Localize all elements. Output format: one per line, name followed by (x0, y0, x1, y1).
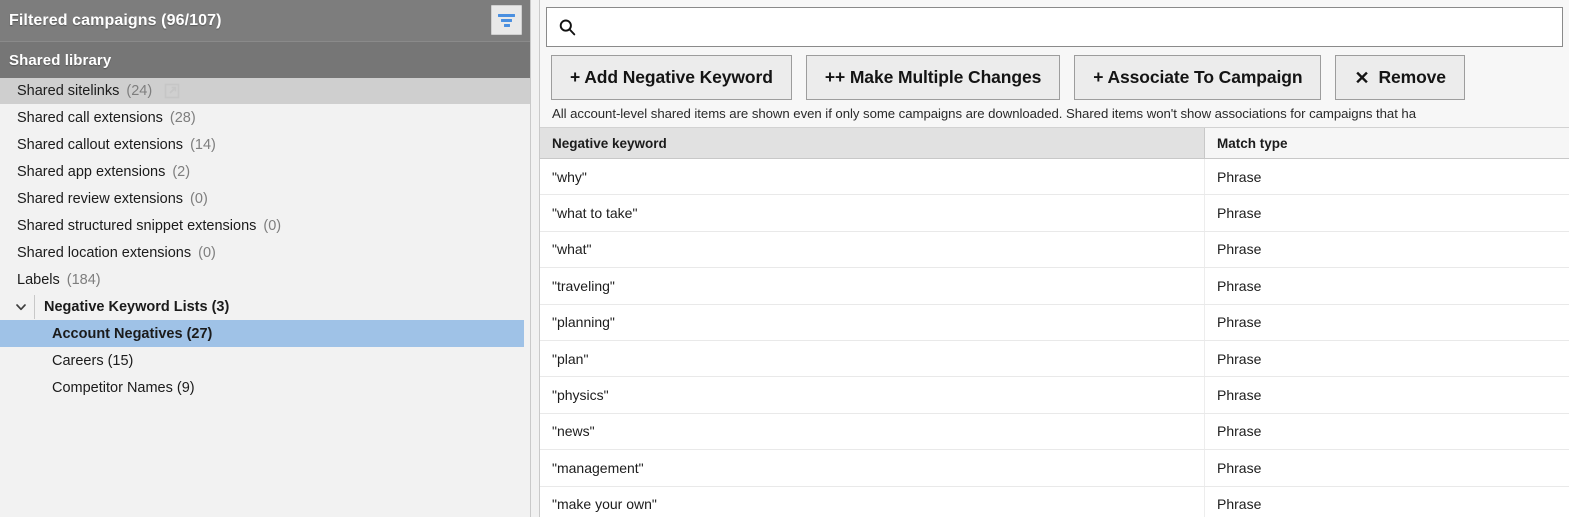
close-icon: ✕ (1354, 67, 1370, 88)
shared-items-notice: All account-level shared items are shown… (552, 106, 1417, 121)
cell-match-type: Phrase (1217, 459, 1262, 476)
cell-negative-keyword: "planning" (540, 304, 1205, 340)
remove-button[interactable]: ✕ Remove (1335, 55, 1465, 100)
sidebar-item-shared-call-extensions[interactable]: Shared call extensions (28) (0, 104, 530, 131)
shared-library-header[interactable]: Shared library (0, 41, 530, 78)
cell-negative-keyword: "what" (540, 231, 1205, 268)
sidebar-item-count: (14) (190, 136, 216, 153)
table-row[interactable]: "planning" Phrase (540, 304, 1569, 341)
sidebar-child-label: Competitor Names (9) (52, 379, 195, 396)
sidebar-item-shared-sitelinks[interactable]: Shared sitelinks (24) (0, 78, 530, 104)
table-row[interactable]: "physics" Phrase (540, 377, 1569, 414)
cell-negative-keyword: "news" (540, 413, 1205, 450)
cell-negative-keyword: "plan" (540, 340, 1205, 377)
sidebar-item-labels[interactable]: Labels (184) (0, 266, 530, 293)
sidebar-item-shared-location-extensions[interactable]: Shared location extensions (0) (0, 239, 530, 266)
table-row[interactable]: "plan" Phrase (540, 340, 1569, 378)
main-panel: + Add Negative Keyword ++ Make Multiple … (540, 0, 1569, 517)
sidebar-item-count: (28) (169, 109, 196, 126)
sidebar-item-shared-structured-snippet-extensions[interactable]: Shared structured snippet extensions (0) (0, 212, 530, 239)
sidebar-item-count: (24) (126, 83, 153, 99)
sidebar-item-shared-app-extensions[interactable]: Shared app extensions (2) (0, 158, 530, 185)
filter-funnel-icon (498, 13, 515, 27)
sidebar-item-count: (0) (263, 217, 282, 234)
table-row[interactable]: "news" Phrase (540, 413, 1569, 451)
sidebar-item-label: Shared location extensions (17, 244, 192, 261)
sidebar-item-count: (2) (172, 163, 191, 180)
shared-library-tree: Shared sitelinks (24) Shared call extens… (0, 78, 530, 401)
shared-library-title: Shared library (9, 51, 112, 69)
sidebar-item-careers[interactable]: Careers (15) (0, 347, 530, 374)
cell-match-type: Phrase (1217, 387, 1262, 404)
cell-negative-keyword: "what to take" (540, 195, 1205, 231)
sidebar-item-label: Shared structured snippet extensions (17, 217, 257, 234)
cell-match-type: Phrase (1217, 496, 1262, 513)
sidebar-group-label: Negative Keyword Lists (3) (34, 294, 229, 319)
column-header-label: Match type (1217, 135, 1288, 151)
toolbar: + Add Negative Keyword ++ Make Multiple … (540, 55, 1569, 100)
filtered-campaigns-header: Filtered campaigns (96/107) (0, 0, 530, 41)
make-multiple-changes-button[interactable]: ++ Make Multiple Changes (805, 55, 1061, 100)
search-input[interactable] (586, 13, 1562, 41)
table-row[interactable]: "traveling" Phrase (540, 268, 1569, 305)
negative-keywords-table: Negative keyword Match type "why" Phrase… (540, 127, 1569, 517)
sidebar-child-label: Careers (15) (52, 352, 134, 369)
sidebar-item-label: Shared callout extensions (17, 136, 184, 153)
remove-label: Remove (1378, 67, 1446, 87)
column-header-negative-keyword[interactable]: Negative keyword (540, 128, 1205, 158)
search-bar-container (540, 0, 1569, 47)
cell-match-type: Phrase (1217, 314, 1262, 331)
cell-negative-keyword: "make your own" (540, 486, 1205, 517)
chevron-down-icon[interactable] (14, 300, 28, 314)
cell-match-type: Phrase (1217, 241, 1262, 258)
make-multiple-changes-label: ++ Make Multiple Changes (824, 67, 1042, 87)
filter-button[interactable] (491, 5, 522, 35)
cell-match-type: Phrase (1217, 168, 1262, 185)
sidebar-item-count: (184) (66, 271, 101, 288)
sidebar-item-label: Shared call extensions (17, 109, 163, 126)
table-row[interactable]: "make your own" Phrase (540, 486, 1569, 517)
app-window: Filtered campaigns (96/107) Shared libra… (0, 0, 1569, 517)
sidebar-item-competitor-names[interactable]: Competitor Names (9) (0, 374, 530, 401)
pane-splitter[interactable] (530, 0, 540, 517)
column-header-match-type[interactable]: Match type (1205, 128, 1569, 158)
filtered-campaigns-title: Filtered campaigns (96/107) (9, 11, 222, 29)
add-negative-keyword-button[interactable]: + Add Negative Keyword (551, 55, 792, 100)
search-icon (558, 18, 577, 37)
sidebar-item-count: (0) (190, 190, 208, 207)
table-row[interactable]: "management" Phrase (540, 450, 1569, 487)
sidebar-item-label: Shared sitelinks (17, 83, 120, 99)
sidebar-item-count: (0) (198, 244, 216, 261)
sidebar-item-label: Labels (17, 271, 60, 288)
shared-library-sidebar: Filtered campaigns (96/107) Shared libra… (0, 0, 530, 517)
sidebar-group-negative-keyword-lists[interactable]: Negative Keyword Lists (3) (0, 293, 530, 320)
table-row[interactable]: "what to take" Phrase (540, 195, 1569, 232)
table-header-row: Negative keyword Match type (540, 128, 1569, 159)
sidebar-item-shared-review-extensions[interactable]: Shared review extensions (0) (0, 185, 530, 212)
sidebar-item-label: Shared app extensions (17, 163, 166, 180)
column-header-label: Negative keyword (552, 135, 667, 151)
table-row[interactable]: "why" Phrase (540, 159, 1569, 196)
associate-to-campaign-label: + Associate To Campaign (1093, 67, 1303, 87)
search-box[interactable] (546, 7, 1563, 47)
table-row[interactable]: "what" Phrase (540, 231, 1569, 269)
cell-negative-keyword: "why" (540, 159, 1205, 195)
sidebar-item-label: Shared review extensions (17, 190, 184, 207)
cell-negative-keyword: "physics" (540, 377, 1205, 413)
cell-negative-keyword: "traveling" (540, 268, 1205, 304)
external-link-icon[interactable] (164, 83, 180, 99)
cell-negative-keyword: "management" (540, 450, 1205, 486)
sidebar-child-label: Account Negatives (27) (52, 325, 213, 342)
cell-match-type: Phrase (1217, 205, 1262, 222)
add-negative-keyword-label: + Add Negative Keyword (570, 67, 773, 87)
cell-match-type: Phrase (1217, 277, 1262, 294)
sidebar-item-account-negatives[interactable]: Account Negatives (27) (0, 320, 524, 347)
cell-match-type: Phrase (1217, 423, 1262, 440)
sidebar-item-shared-callout-extensions[interactable]: Shared callout extensions (14) (0, 131, 530, 158)
cell-match-type: Phrase (1217, 350, 1262, 367)
associate-to-campaign-button[interactable]: + Associate To Campaign (1074, 55, 1322, 100)
